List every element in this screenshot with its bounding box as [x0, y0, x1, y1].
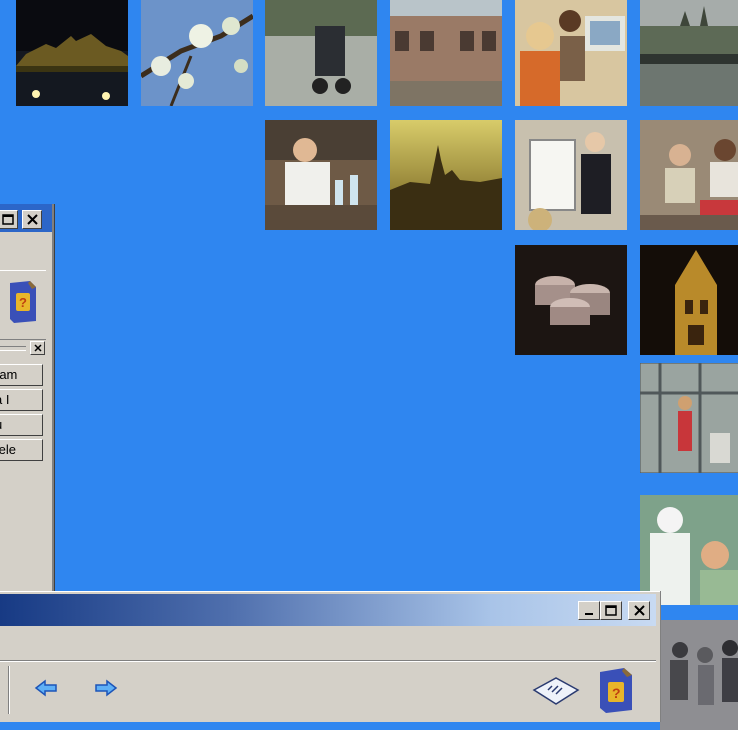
photo-powder-tower — [640, 245, 738, 355]
arrow-right-icon — [95, 679, 118, 697]
help-window-left: ? ram a I u tele — [0, 204, 54, 604]
minimize-button[interactable] — [578, 601, 600, 620]
title-bar[interactable] — [0, 594, 656, 626]
maximize-button[interactable] — [0, 210, 18, 229]
close-icon — [633, 605, 645, 616]
help-book-icon[interactable]: ? — [6, 279, 40, 323]
tab-item[interactable]: u — [0, 414, 43, 436]
pane-close-button[interactable] — [30, 341, 45, 355]
photo-crane-workers — [640, 363, 738, 473]
maximize-button[interactable] — [600, 601, 622, 620]
maximize-icon — [605, 605, 617, 616]
close-button[interactable] — [22, 210, 42, 229]
toolbar: ? — [0, 270, 46, 340]
photo-presentation-flipchart — [515, 120, 627, 230]
photo-stroller-street — [265, 0, 377, 106]
photo-dentist — [640, 495, 738, 605]
svg-text:?: ? — [19, 295, 27, 310]
photo-blossom-branch — [141, 0, 253, 106]
photo-coins-stack — [515, 245, 627, 355]
toolbar-separator — [8, 666, 10, 714]
arrow-left-icon — [34, 679, 57, 697]
forward-button[interactable] — [94, 678, 118, 703]
tab-item[interactable]: ram — [0, 364, 43, 386]
photo-prague-night — [16, 0, 128, 106]
close-icon — [26, 214, 38, 225]
close-icon — [33, 344, 42, 352]
print-button[interactable] — [532, 676, 580, 711]
pane-splitter[interactable] — [0, 341, 46, 355]
back-button[interactable] — [34, 678, 58, 703]
photo-river-castle — [640, 0, 738, 106]
note-icon — [532, 677, 580, 705]
close-button[interactable] — [628, 601, 650, 620]
maximize-icon — [2, 214, 14, 225]
help-book-icon: ? — [600, 668, 632, 713]
help-window-bottom: ? — [0, 591, 660, 722]
photo-crowd-street — [660, 620, 738, 730]
help-topics-button[interactable]: ? — [596, 666, 636, 719]
photo-students-computer — [515, 0, 627, 106]
tab-item[interactable]: a I — [0, 389, 43, 411]
photo-friends-sitting — [640, 120, 738, 230]
photo-castle-sunset — [390, 120, 502, 230]
minimize-icon — [585, 612, 593, 615]
svg-text:?: ? — [612, 685, 621, 701]
photo-lab-chemist — [265, 120, 377, 230]
divider — [0, 660, 656, 662]
tab-item[interactable]: tele — [0, 439, 43, 461]
photo-building-facade — [390, 0, 502, 106]
